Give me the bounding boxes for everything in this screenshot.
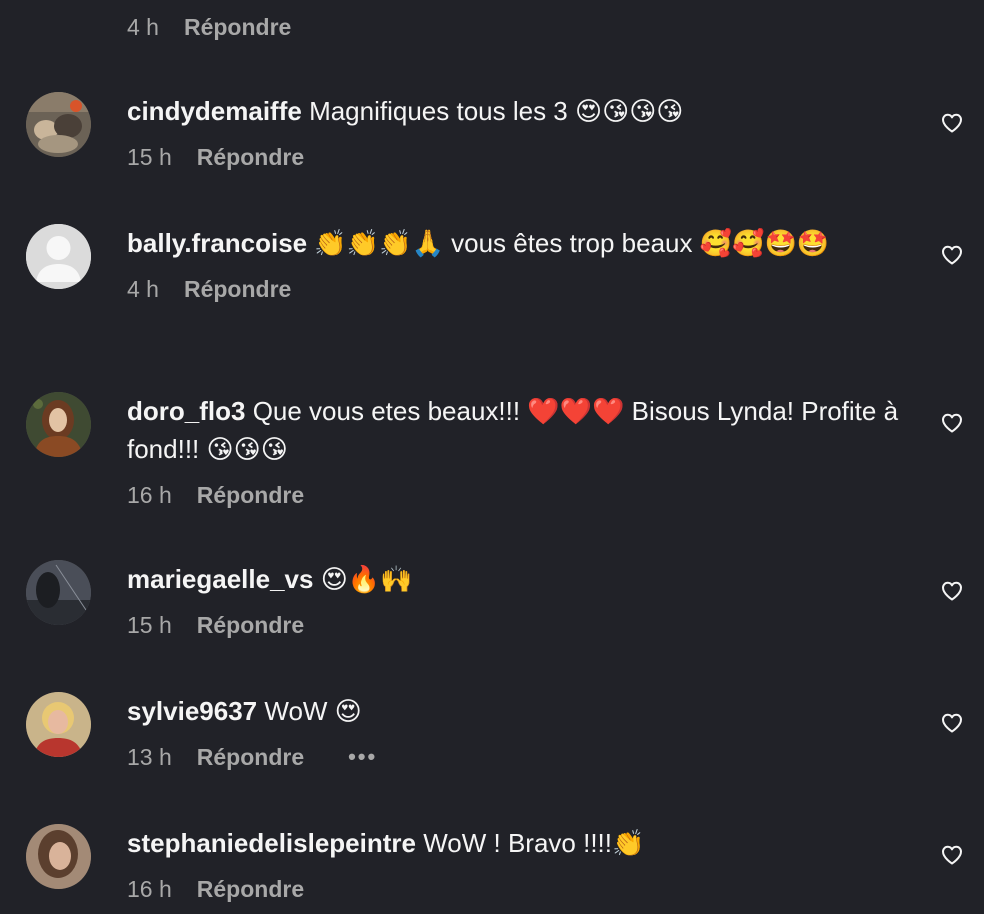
comment-meta: 4 h Répondre <box>127 274 917 304</box>
comment-text: WoW ! Bravo !!!!👏 <box>423 828 645 858</box>
comment-time: 15 h <box>127 144 172 170</box>
comment-content: doro_flo3 Que vous etes beaux!!! ❤️❤️❤️ … <box>127 392 917 468</box>
comment-time: 4 h <box>127 14 159 40</box>
comment-time: 15 h <box>127 612 172 638</box>
comment-username[interactable]: cindydemaiffe <box>127 96 302 126</box>
comment-body: bally.francoise 👏👏👏🙏 vous êtes trop beau… <box>127 224 917 304</box>
comment-username[interactable]: stephaniedelislepeintre <box>127 828 416 858</box>
avatar[interactable] <box>26 392 91 457</box>
comment-content: cindydemaiffe Magnifiques tous les 3 😍😘😘… <box>127 92 917 130</box>
comment-text: WoW 😍 <box>264 696 362 726</box>
comment-time: 16 h <box>127 482 172 508</box>
reply-button[interactable]: Répondre <box>184 270 291 308</box>
heart-icon[interactable] <box>940 711 964 735</box>
more-options-icon[interactable]: ••• <box>348 746 377 768</box>
reply-button[interactable]: Répondre <box>184 14 291 41</box>
comment-username[interactable]: sylvie9637 <box>127 696 257 726</box>
comment-meta: 15 h Répondre <box>127 142 917 172</box>
comment-body: cindydemaiffe Magnifiques tous les 3 😍😘😘… <box>127 92 917 172</box>
heart-icon[interactable] <box>940 411 964 435</box>
comment-body: doro_flo3 Que vous etes beaux!!! ❤️❤️❤️ … <box>127 392 917 510</box>
comment-content: sylvie9637 WoW 😍 <box>127 692 917 730</box>
comment-meta: 16 h Répondre <box>127 874 917 904</box>
comment-content: stephaniedelislepeintre WoW ! Bravo !!!!… <box>127 824 917 862</box>
comment-content: mariegaelle_vs 😍🔥🙌 <box>127 560 917 598</box>
heart-icon[interactable] <box>940 111 964 135</box>
comment-body: stephaniedelislepeintre WoW ! Bravo !!!!… <box>127 824 917 904</box>
comment-meta: 15 h Répondre <box>127 610 917 640</box>
reply-button[interactable]: Répondre <box>197 476 304 514</box>
comment-username[interactable]: bally.francoise <box>127 228 307 258</box>
default-user-icon[interactable] <box>26 224 91 289</box>
avatar[interactable] <box>26 560 91 625</box>
comment-text: Magnifiques tous les 3 😍😘😘😘 <box>309 96 684 126</box>
comment-text: 😍🔥🙌 <box>320 564 413 594</box>
heart-icon[interactable] <box>940 243 964 267</box>
heart-icon[interactable] <box>940 579 964 603</box>
comment-username[interactable]: mariegaelle_vs <box>127 564 313 594</box>
avatar[interactable] <box>26 692 91 757</box>
reply-button[interactable]: Répondre <box>197 738 304 776</box>
comment-username[interactable]: doro_flo3 <box>127 396 245 426</box>
previous-comment-meta: 4 h Répondre <box>127 14 291 41</box>
comment-meta: 16 h Répondre <box>127 480 917 510</box>
reply-button[interactable]: Répondre <box>197 870 304 908</box>
heart-icon[interactable] <box>940 843 964 867</box>
comment-time: 16 h <box>127 876 172 902</box>
avatar[interactable] <box>26 824 91 889</box>
comment-text: 👏👏👏🙏 vous êtes trop beaux 🥰🥰🤩🤩 <box>314 228 830 258</box>
avatar[interactable] <box>26 92 91 157</box>
reply-button[interactable]: Répondre <box>197 606 304 644</box>
comment-body: mariegaelle_vs 😍🔥🙌 15 h Répondre <box>127 560 917 640</box>
comment-body: sylvie9637 WoW 😍 13 h Répondre ••• <box>127 692 917 772</box>
comment-time: 13 h <box>127 744 172 770</box>
comment-meta: 13 h Répondre ••• <box>127 742 917 772</box>
comment-time: 4 h <box>127 276 159 302</box>
reply-button[interactable]: Répondre <box>197 138 304 176</box>
comment-content: bally.francoise 👏👏👏🙏 vous êtes trop beau… <box>127 224 917 262</box>
